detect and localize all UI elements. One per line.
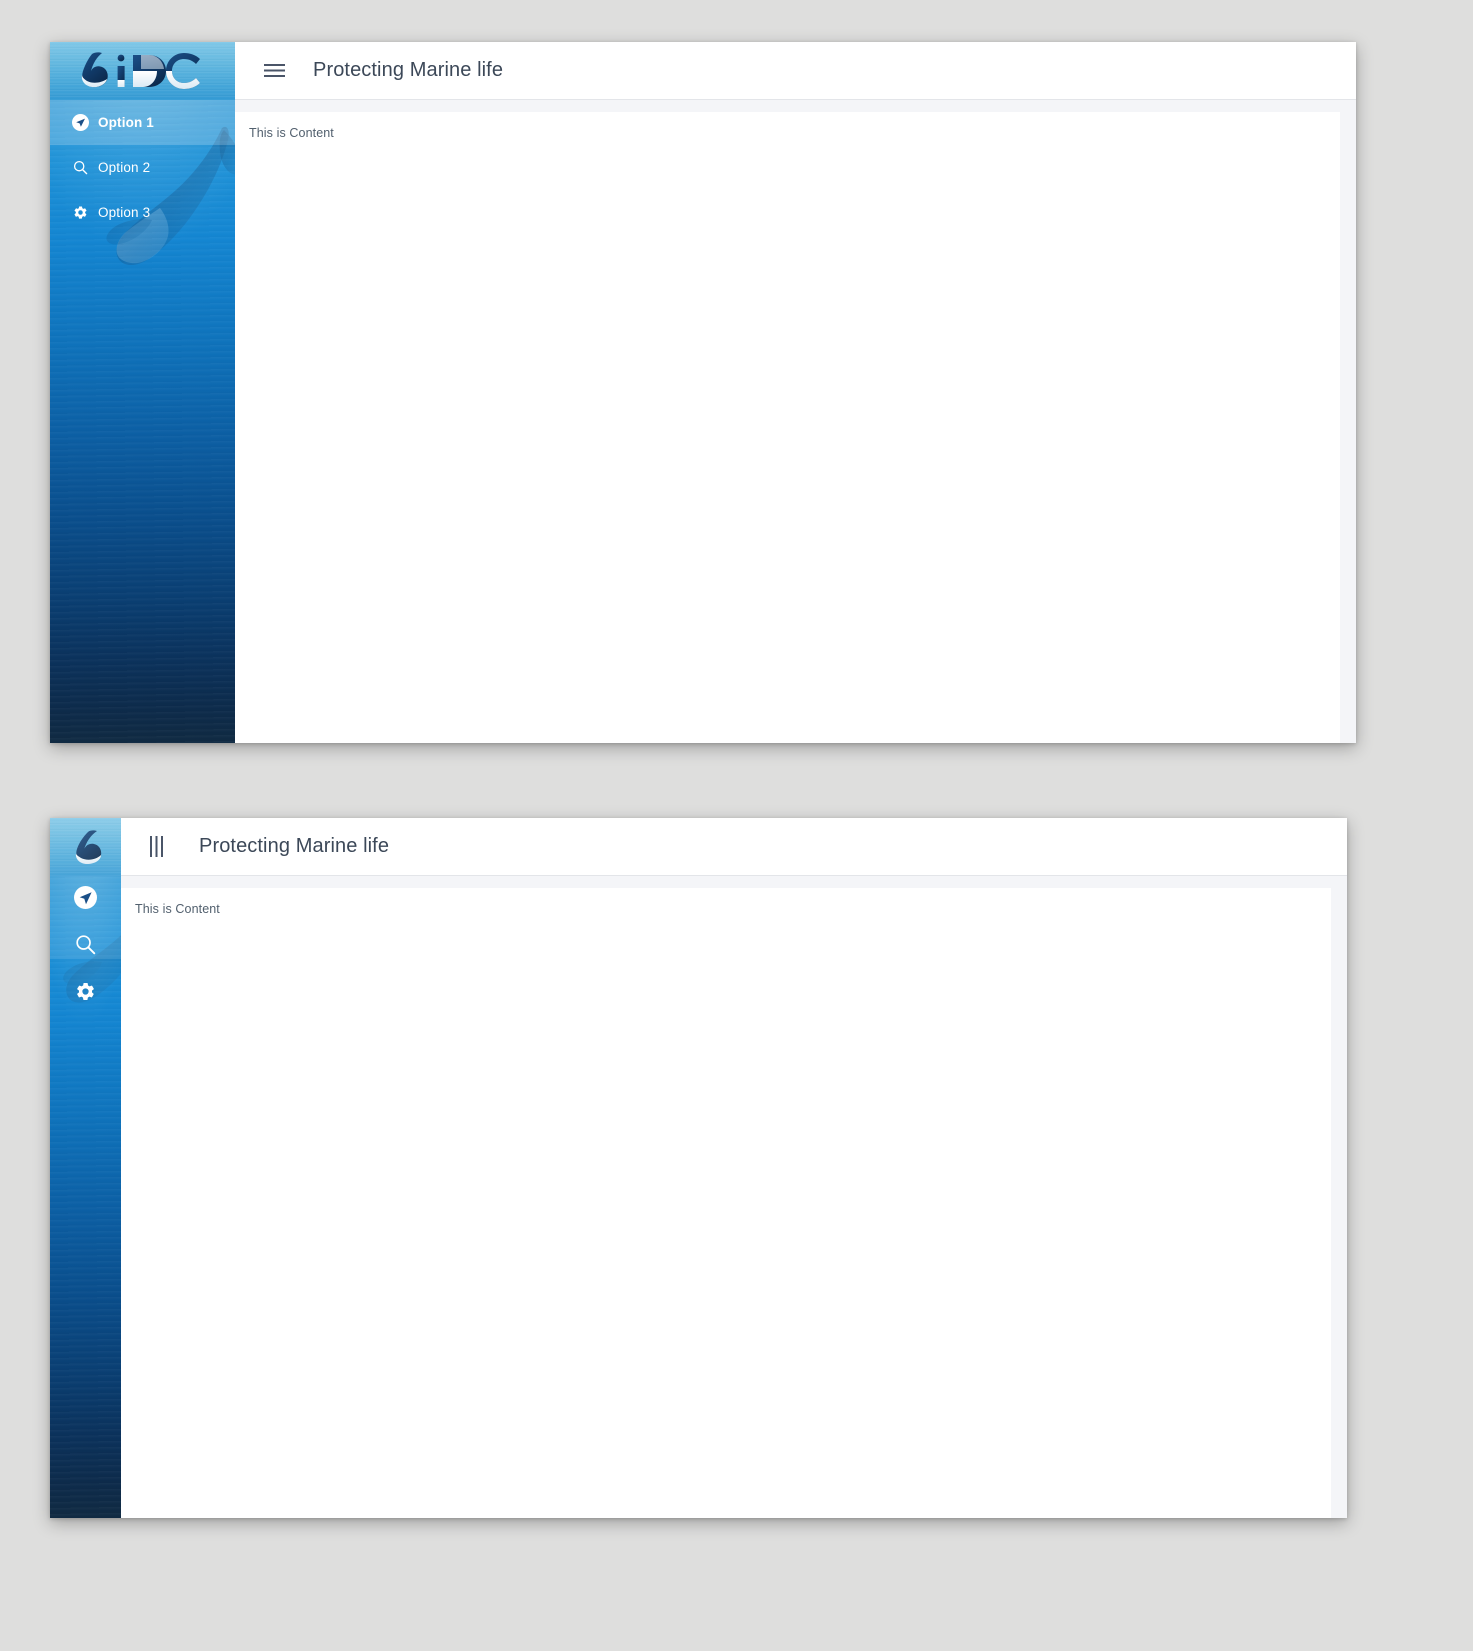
content-region: This is Content xyxy=(121,876,1347,1518)
sidebar-item-option-3[interactable]: Option 3 xyxy=(50,190,235,235)
content-text: This is Content xyxy=(249,126,334,140)
search-icon xyxy=(70,158,90,178)
navigation-arrow-icon xyxy=(70,113,90,133)
sidebar-item-option-2[interactable] xyxy=(50,923,121,970)
vertical-bars-menu-icon[interactable] xyxy=(143,834,169,860)
sidebar-logo-header[interactable] xyxy=(50,818,121,876)
sidebar-nav-collapsed xyxy=(50,876,121,1017)
navigation-arrow-icon xyxy=(74,885,97,914)
main-column: Protecting Marine life This is Content xyxy=(121,818,1347,1518)
app-topbar: Protecting Marine life xyxy=(235,42,1356,100)
search-icon xyxy=(75,934,96,960)
content-card: This is Content xyxy=(121,888,1331,1518)
app-window-collapsed: Protecting Marine life This is Content xyxy=(50,818,1347,1518)
sidebar-collapsed xyxy=(50,818,121,1518)
sidebar-nav-expanded: Option 1 Option 2 Option 3 xyxy=(50,100,235,235)
gear-icon xyxy=(70,203,90,223)
page-title: Protecting Marine life xyxy=(313,59,504,81)
page-title: Protecting Marine life xyxy=(199,835,390,857)
screenshot-stage: Option 1 Option 2 Option 3 Protecting Ma… xyxy=(0,0,1473,1651)
content-text: This is Content xyxy=(135,902,220,916)
sidebar-item-label: Option 3 xyxy=(98,205,151,220)
content-region: This is Content xyxy=(235,100,1356,743)
hamburger-menu-icon[interactable] xyxy=(261,58,287,84)
sidebar-item-option-2[interactable]: Option 2 xyxy=(50,145,235,190)
gear-icon xyxy=(75,981,96,1007)
sidebar-item-label: Option 2 xyxy=(98,160,151,175)
sidebar-item-option-1[interactable]: Option 1 xyxy=(50,100,235,145)
app-topbar: Protecting Marine life xyxy=(121,818,1347,876)
app-window-expanded: Option 1 Option 2 Option 3 Protecting Ma… xyxy=(50,42,1356,743)
sidebar-item-option-3[interactable] xyxy=(50,970,121,1017)
content-card: This is Content xyxy=(235,112,1340,743)
sidebar-expanded: Option 1 Option 2 Option 3 xyxy=(50,42,235,743)
sidebar-item-label: Option 1 xyxy=(98,115,154,130)
sidebar-item-option-1[interactable] xyxy=(50,876,121,923)
sidebar-logo-header[interactable] xyxy=(50,42,235,100)
main-column: Protecting Marine life This is Content xyxy=(235,42,1356,743)
whale-logo-icon xyxy=(75,830,101,864)
whale-logo-icon xyxy=(81,52,200,89)
